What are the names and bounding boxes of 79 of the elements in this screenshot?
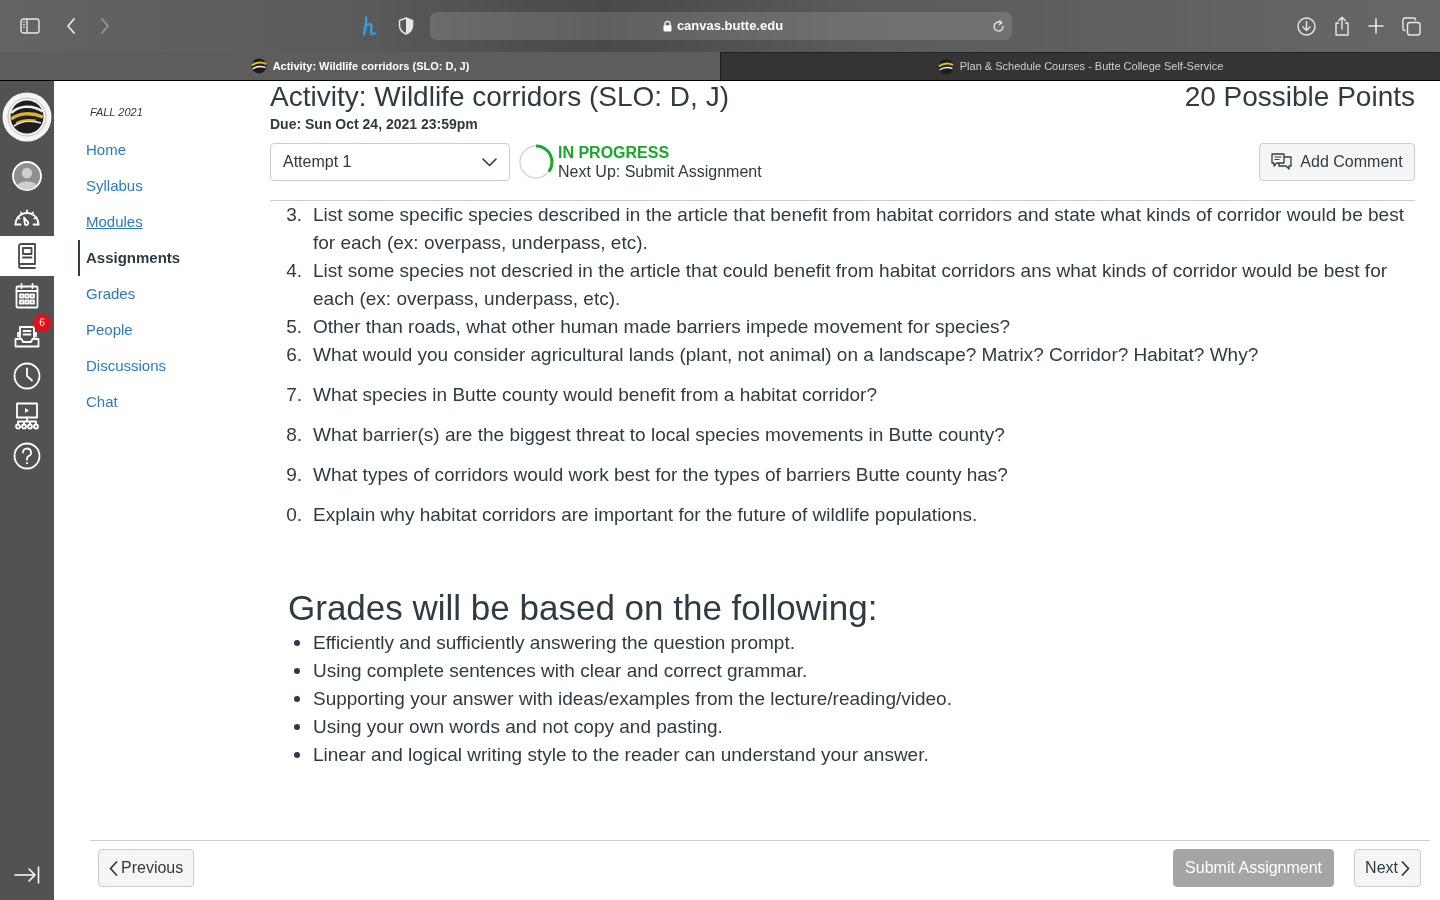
collapse-icon[interactable] [14, 866, 40, 884]
sidebar-icon[interactable] [20, 18, 40, 34]
tab-title: Activity: Wildlife corridors (SLO: D, J) [272, 58, 470, 74]
next-button[interactable]: Next [1354, 849, 1421, 887]
assignment-title: Activity: Wildlife corridors (SLO: D, J) [270, 81, 729, 113]
reload-icon[interactable] [992, 19, 1005, 33]
due-date: Due: Sun Oct 24, 2021 23:59pm [270, 115, 478, 134]
list-number: 8. [285, 423, 303, 447]
inbox-tray-icon [14, 324, 40, 348]
favicon-icon [250, 58, 267, 74]
list-number: 0. [285, 503, 303, 527]
criterion-text: Using complete sentences with clear and correct grammar. [313, 659, 808, 683]
question-text: What species in Butte county would benefit from a habitat corridor? [313, 383, 878, 407]
course-nav-link[interactable]: Syllabus [78, 168, 143, 204]
course-nav-link[interactable]: Chat [78, 384, 118, 420]
course-nav-link[interactable]: Grades [78, 276, 136, 312]
question-text: List some species not descried in the article that could benefit from habitat corridors ans what kinds of corridor would be best for each (ex: overpass, underpass, etc). [313, 259, 1389, 311]
college-seal-logo[interactable] [2, 92, 52, 142]
back-icon[interactable] [66, 18, 76, 34]
previous-button[interactable]: Previous [98, 849, 195, 887]
avatar-icon [12, 161, 42, 191]
chevron-right-icon [1401, 860, 1410, 876]
monitor-network-icon [14, 402, 40, 430]
bullet-icon [294, 752, 300, 758]
course-nav-link[interactable]: People [78, 312, 133, 348]
attempt-select[interactable]: Attempt 1 [270, 143, 510, 181]
list-number: 6. [285, 343, 303, 367]
list-number: 5. [285, 315, 303, 339]
global-nav-item[interactable]: 6 [0, 316, 54, 356]
question-text: What barrier(s) are the biggest threat to local species movements in Butte county? [313, 423, 1006, 447]
question-text: List some specific species described in the article that benefit from habitat corridors and state what kinds of corridor would be best for each (ex: overpass, underpass, etc). [313, 203, 1405, 255]
term-label: FALL 2021 [90, 105, 143, 120]
tab-overview-icon[interactable] [1402, 16, 1421, 36]
tab-title: Plan & Schedule Courses - Butte College Self-Service [959, 59, 1224, 75]
course-nav-link[interactable]: Assignments [78, 240, 181, 276]
status-label: IN PROGRESS [558, 143, 670, 162]
url-text: canvas.butte.edu [676, 17, 784, 36]
question-text: What would you consider agricultural lands (plant, not animal) on a landscape? Matrix? Corridor? Habitat? Why? [313, 343, 1260, 367]
clock-icon [13, 362, 41, 390]
favicon-icon [937, 58, 954, 75]
possible-points: 20 Possible Points [1184, 81, 1415, 113]
book-icon [16, 243, 38, 269]
question-text: Other than roads, what other human made barriers impede movement for species? [313, 315, 1012, 339]
bullet-icon [294, 696, 300, 702]
next-step-label: Next Up: Submit Assignment [558, 162, 762, 181]
browser-tab[interactable]: Plan & Schedule Courses - Butte College Self-Service [720, 52, 1440, 80]
download-icon[interactable] [1297, 16, 1316, 36]
browser-tab[interactable]: Activity: Wildlife corridors (SLO: D, J) [0, 52, 720, 80]
add-comment-button[interactable]: Add Comment [1259, 143, 1415, 181]
unread-count: 6 [33, 314, 51, 332]
section-heading: Grades will be based on the following: [288, 587, 878, 629]
chevron-left-icon [109, 860, 118, 876]
list-number: 9. [285, 463, 303, 487]
global-nav-item[interactable] [0, 236, 54, 276]
criterion-text: Linear and logical writing style to the reader can understand your answer. [313, 743, 929, 767]
course-nav-link[interactable]: Discussions [78, 348, 167, 384]
help-icon [13, 442, 41, 470]
chevron-down-icon [482, 157, 497, 167]
criterion-text: Using your own words and not copy and pasting. [313, 715, 723, 739]
course-nav-link[interactable]: Modules [78, 204, 143, 240]
list-number: 3. [285, 203, 303, 227]
shield-icon[interactable] [398, 17, 414, 35]
bullet-icon [294, 640, 300, 646]
course-nav-link[interactable]: Home [78, 132, 126, 168]
criterion-text: Supporting your answer with ideas/examples from the lecture/reading/video. [313, 687, 952, 711]
calendar-icon [15, 283, 39, 309]
list-number: 7. [285, 383, 303, 407]
new-tab-icon[interactable] [1368, 18, 1384, 34]
criterion-text: Efficiently and sufficiently answering the question prompt. [313, 631, 795, 655]
lock-icon [662, 20, 672, 32]
address-bar[interactable]: canvas.butte.edu [430, 12, 1012, 40]
comment-icon [1271, 153, 1293, 171]
question-text: Explain why habitat corridors are important for the future of wildlife populations. [313, 503, 979, 527]
question-text: What types of corridors would work best for the types of barriers Butte county has? [313, 463, 1009, 487]
bullet-icon [294, 668, 300, 674]
share-icon[interactable] [1334, 16, 1350, 36]
list-number: 4. [285, 259, 303, 283]
bullet-icon [294, 724, 300, 730]
progress-ring [518, 144, 554, 180]
